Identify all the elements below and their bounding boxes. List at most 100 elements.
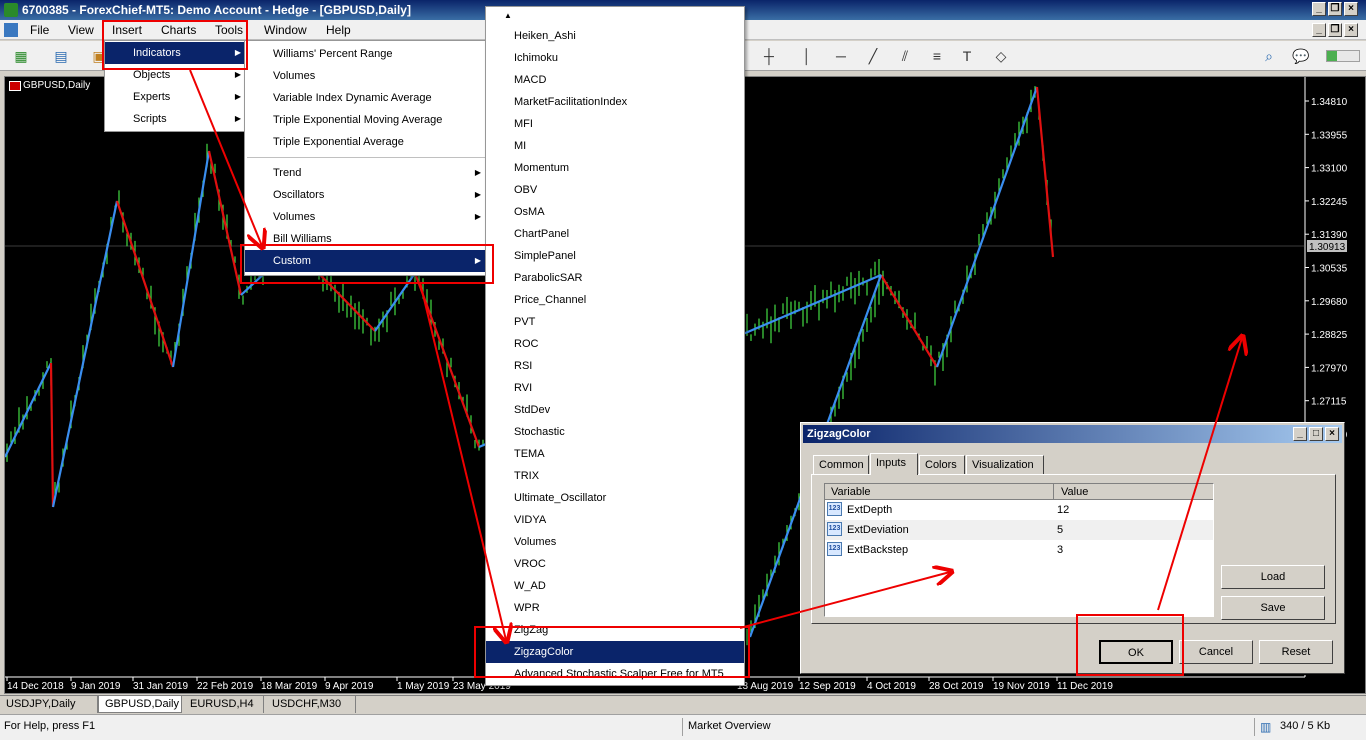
param-value[interactable]: 5 — [1057, 524, 1063, 536]
child-restore-icon[interactable]: ❐ — [1328, 23, 1342, 37]
ok-button[interactable]: OK — [1099, 640, 1173, 664]
cancel-button[interactable]: Cancel — [1179, 640, 1253, 664]
custom-item[interactable]: SimplePanel — [486, 245, 744, 267]
menu-item-volumes[interactable]: Volumes — [245, 65, 487, 87]
custom-item[interactable]: ROC — [486, 333, 744, 355]
search-icon[interactable]: ⌕ — [1258, 46, 1280, 66]
param-row[interactable]: 123 ExtDepth 12 — [825, 500, 1213, 520]
menu-view[interactable]: View — [68, 23, 94, 37]
child-close-icon[interactable]: × — [1344, 23, 1358, 37]
param-row[interactable]: 123 ExtDeviation 5 — [825, 520, 1213, 540]
profiles-icon[interactable]: ▤ — [50, 46, 72, 66]
param-value[interactable]: 3 — [1057, 544, 1063, 556]
custom-item[interactable]: PVT — [486, 311, 744, 333]
new-chart-icon[interactable]: ▦ — [10, 46, 32, 66]
vertical-line-icon[interactable]: │ — [796, 46, 818, 66]
custom-item[interactable]: MFI — [486, 113, 744, 135]
price-label: 1.33100 — [1311, 164, 1348, 175]
tab-gbpusd[interactable]: GBPUSD,Daily — [98, 696, 182, 713]
custom-item[interactable]: RVI — [486, 377, 744, 399]
price-label: 1.29680 — [1311, 297, 1348, 308]
custom-item[interactable]: WPR — [486, 597, 744, 619]
custom-item[interactable]: ParabolicSAR — [486, 267, 744, 289]
menu-item-indicators[interactable]: Indicators ▶ — [105, 42, 247, 64]
dialog-minimize-icon[interactable]: _ — [1293, 427, 1307, 441]
custom-item[interactable]: Stochastic — [486, 421, 744, 443]
custom-item[interactable]: TEMA — [486, 443, 744, 465]
fibonacci-icon[interactable]: ≡ — [926, 46, 948, 66]
custom-item[interactable]: Momentum — [486, 157, 744, 179]
menu-item-volumes-group[interactable]: Volumes ▶ — [245, 206, 487, 228]
zigzag-leg — [51, 200, 119, 508]
custom-item[interactable]: ChartPanel — [486, 223, 744, 245]
custom-item[interactable]: Heiken_Ashi — [486, 25, 744, 47]
custom-item[interactable]: MI — [486, 135, 744, 157]
menu-help[interactable]: Help — [326, 23, 351, 37]
text-icon[interactable]: T — [956, 46, 978, 66]
date-label: 9 Apr 2019 — [325, 681, 374, 692]
chat-icon[interactable]: 💬 — [1290, 46, 1312, 66]
tab-usdjpy[interactable]: USDJPY,Daily — [0, 696, 98, 713]
horizontal-line-icon[interactable]: ─ — [830, 46, 852, 66]
custom-item[interactable]: Advanced Stochastic Scalper Free for MT5 — [486, 663, 744, 685]
tab-eurusd[interactable]: EURUSD,H4 — [184, 696, 264, 713]
menu-insert[interactable]: Insert — [112, 23, 142, 37]
custom-item[interactable]: Ultimate_Oscillator — [486, 487, 744, 509]
custom-item[interactable]: OsMA — [486, 201, 744, 223]
menu-item-vidya[interactable]: Variable Index Dynamic Average — [245, 87, 487, 109]
custom-item[interactable]: StdDev — [486, 399, 744, 421]
zigzag-leg — [1035, 86, 1055, 258]
menu-window[interactable]: Window — [264, 23, 307, 37]
menu-item-bill-williams[interactable]: Bill Williams — [245, 228, 487, 242]
restore-icon[interactable]: ❐ — [1328, 2, 1342, 16]
custom-item[interactable]: ZigZag — [486, 619, 744, 641]
menu-item-tema[interactable]: Triple Exponential Moving Average — [245, 109, 487, 131]
menu-item-williams[interactable]: Williams' Percent Range — [245, 43, 487, 65]
load-button[interactable]: Load — [1221, 565, 1325, 589]
custom-item[interactable]: W_AD — [486, 575, 744, 597]
save-button[interactable]: Save — [1221, 596, 1325, 620]
custom-item[interactable]: MarketFacilitationIndex — [486, 91, 744, 113]
dialog-maximize-icon[interactable]: □ — [1309, 427, 1323, 441]
menu-tools[interactable]: Tools — [215, 23, 243, 37]
window-controls: _ ❐ × — [1312, 2, 1358, 16]
trendline-icon[interactable]: ╱ — [862, 46, 884, 66]
reset-button[interactable]: Reset — [1259, 640, 1333, 664]
custom-item[interactable]: TRIX — [486, 465, 744, 487]
menu-item-custom[interactable]: Custom ▶ — [245, 250, 487, 272]
custom-item[interactable]: Ichimoku — [486, 47, 744, 69]
menu-item-scripts[interactable]: Scripts ▶ — [105, 108, 247, 130]
close-icon[interactable]: × — [1344, 2, 1358, 16]
custom-item[interactable]: RSI — [486, 355, 744, 377]
custom-item[interactable]: VIDYA — [486, 509, 744, 531]
tab-usdchf[interactable]: USDCHF,M30 — [266, 696, 356, 713]
child-minimize-icon[interactable]: _ — [1312, 23, 1326, 37]
menu-charts[interactable]: Charts — [161, 23, 196, 37]
dialog-close-icon[interactable]: × — [1325, 427, 1339, 441]
tab-common[interactable]: Common — [813, 455, 869, 475]
menu-item-objects[interactable]: Objects ▶ — [105, 64, 247, 86]
custom-item[interactable]: VROC — [486, 553, 744, 575]
menu-item-trix[interactable]: Triple Exponential Average — [245, 131, 487, 153]
custom-item[interactable]: OBV — [486, 179, 744, 201]
custom-item[interactable]: ZigzagColor — [486, 641, 744, 663]
tab-colors[interactable]: Colors — [919, 455, 965, 475]
param-row[interactable]: 123 ExtBackstep 3 — [825, 540, 1213, 560]
scroll-up-icon[interactable]: ▲ — [504, 11, 512, 20]
custom-item[interactable]: Price_Channel — [486, 289, 744, 311]
param-value[interactable]: 12 — [1057, 504, 1069, 516]
status-market-overview[interactable]: Market Overview — [688, 720, 771, 732]
equidistant-channel-icon[interactable]: ⫽ — [894, 46, 916, 66]
custom-item[interactable]: MACD — [486, 69, 744, 91]
shapes-icon[interactable]: ◇ — [990, 46, 1012, 66]
menu-item-trend[interactable]: Trend ▶ — [245, 162, 487, 184]
custom-item[interactable]: Volumes — [486, 531, 744, 553]
menu-item-experts[interactable]: Experts ▶ — [105, 86, 247, 108]
tab-inputs[interactable]: Inputs — [870, 453, 918, 475]
document-icon — [4, 23, 18, 37]
tab-visualization[interactable]: Visualization — [966, 455, 1044, 475]
minimize-icon[interactable]: _ — [1312, 2, 1326, 16]
crosshair-icon[interactable]: ┼ — [758, 46, 780, 66]
menu-file[interactable]: File — [30, 23, 49, 37]
menu-item-oscillators[interactable]: Oscillators ▶ — [245, 184, 487, 206]
